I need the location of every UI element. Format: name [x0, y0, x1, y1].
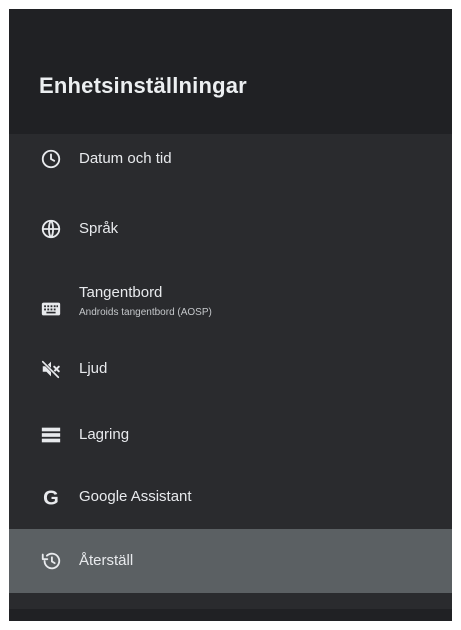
menu-item-keyboard[interactable]: Tangentbord Androids tangentbord (AOSP) — [9, 271, 452, 331]
google-icon: G — [39, 485, 63, 509]
menu-item-label: Datum och tid — [79, 150, 172, 167]
menu-item-label: Språk — [79, 220, 119, 237]
menu-item-sublabel: Androids tangentbord (AOSP) — [79, 307, 212, 318]
menu-item-sound[interactable]: Ljud — [9, 344, 452, 394]
storage-icon — [39, 423, 63, 447]
clock-icon — [39, 147, 63, 171]
menu-item-label: Google Assistant — [79, 488, 192, 505]
globe-icon — [39, 217, 63, 241]
settings-menu: Datum och tid Språk Tangentbord Androids… — [9, 134, 452, 609]
menu-item-label: Ljud — [79, 360, 108, 377]
menu-item-label: Tangentbord — [79, 284, 163, 301]
menu-item-storage[interactable]: Lagring — [9, 410, 452, 460]
menu-item-language[interactable]: Språk — [9, 204, 452, 254]
menu-item-reset[interactable]: Återställ — [9, 529, 452, 593]
svg-text:G: G — [43, 487, 59, 508]
page-title: Enhetsinställningar — [39, 73, 247, 98]
menu-item-label: Återställ — [79, 552, 134, 569]
restore-icon — [39, 549, 63, 573]
sound-off-icon — [39, 357, 63, 381]
keyboard-icon — [39, 297, 63, 321]
menu-item-label: Lagring — [79, 426, 130, 443]
menu-item-date-time[interactable]: Datum och tid — [9, 134, 452, 184]
settings-screen: Enhetsinställningar Datum och tid Språk … — [9, 9, 452, 621]
header: Enhetsinställningar — [9, 9, 452, 134]
menu-item-google-assistant[interactable]: G Google Assistant — [9, 472, 452, 522]
